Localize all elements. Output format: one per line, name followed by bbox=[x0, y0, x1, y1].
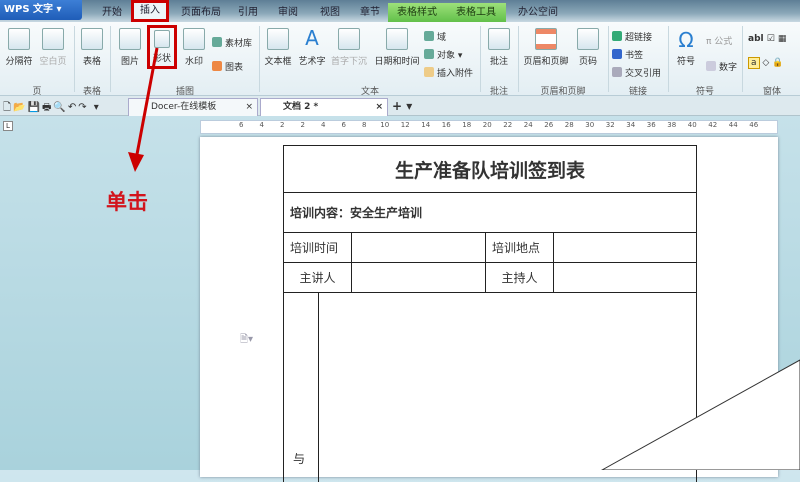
click-annotation: 单击 bbox=[106, 190, 148, 214]
page-curl bbox=[600, 359, 800, 470]
arrow-head bbox=[128, 152, 144, 172]
red-arrow bbox=[133, 47, 159, 166]
overlay bbox=[128, 47, 800, 470]
